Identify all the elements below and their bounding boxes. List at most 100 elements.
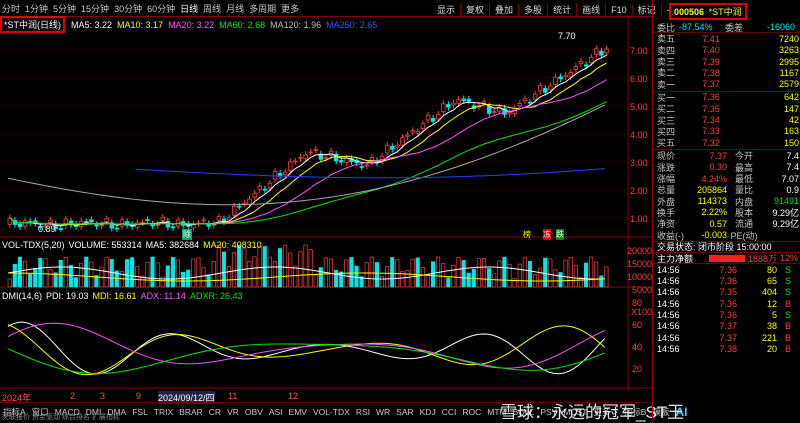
period-item[interactable]: 1分钟 bbox=[25, 2, 48, 15]
stat-value: 0.30 bbox=[709, 162, 727, 173]
tab-cci[interactable]: CCI bbox=[439, 407, 460, 417]
period-item[interactable]: 多周期 bbox=[249, 2, 276, 15]
quote-stats: 现价 7.37 今开 7.4 涨跌 0.30 最高 7.4 涨幅 4.24% 最低 7.07 总量 205… bbox=[653, 150, 800, 242]
volume-bar bbox=[7, 278, 12, 288]
weicha-label: 委差 bbox=[725, 22, 744, 33]
volume-bar bbox=[354, 265, 359, 288]
candle-body bbox=[94, 224, 99, 227]
candle-body bbox=[604, 48, 609, 54]
candle-body bbox=[170, 226, 176, 229]
volume-bar bbox=[150, 256, 155, 288]
tab-emv[interactable]: EMV bbox=[286, 407, 310, 417]
bottom-subtabs[interactable]: 关联报价 资金驱动 综合排名 扩展指标 bbox=[2, 412, 120, 422]
event-marker[interactable]: 榜 bbox=[523, 229, 531, 240]
vol-tick: 20000 bbox=[626, 246, 652, 256]
stat-value: 91491 bbox=[773, 196, 799, 207]
tab-obv[interactable]: OBV bbox=[242, 407, 266, 417]
kline-chart[interactable] bbox=[0, 15, 652, 403]
tab-sar[interactable]: SAR bbox=[393, 407, 416, 417]
volume-bar bbox=[308, 249, 313, 288]
event-marker[interactable]: 冻 bbox=[543, 229, 551, 240]
buy-price: 7.35 bbox=[702, 103, 720, 114]
tick-side: S bbox=[784, 264, 791, 275]
dmi-adxr: ADXR: 26.43 bbox=[189, 291, 243, 301]
dmi-indicator-name[interactable]: DMI(14,6) bbox=[2, 291, 42, 301]
period-item[interactable]: 5分钟 bbox=[53, 2, 76, 15]
volume-bar bbox=[558, 272, 563, 288]
candle-body bbox=[58, 228, 63, 231]
period-item-active[interactable]: 日线 bbox=[180, 2, 198, 15]
volume-bar bbox=[420, 266, 425, 288]
period-item[interactable]: 周线 bbox=[203, 2, 221, 15]
weicha-value: -16060 bbox=[766, 22, 795, 33]
tab-trix[interactable]: TRIX bbox=[151, 407, 176, 417]
tab-fsl[interactable]: FSL bbox=[129, 407, 151, 417]
period-item[interactable]: 分时 bbox=[2, 2, 20, 15]
candle-body bbox=[522, 98, 528, 101]
tab-brar[interactable]: BRAR bbox=[176, 407, 206, 417]
tick-row: 14:56 7.36 80 S bbox=[653, 264, 800, 275]
volume-bar bbox=[89, 261, 94, 288]
candle-body bbox=[119, 219, 125, 227]
stock-header[interactable]: 000506 *ST中润 bbox=[669, 2, 747, 20]
high-price-marker: 7.70 bbox=[558, 31, 576, 41]
volume-bar bbox=[232, 252, 237, 288]
volume-bar bbox=[456, 256, 461, 288]
candle-body bbox=[456, 99, 461, 104]
tick-volume: 404 bbox=[761, 287, 777, 298]
volume-bar bbox=[349, 257, 354, 288]
stat-value: 0.57 bbox=[709, 218, 727, 229]
volume-bar bbox=[38, 257, 43, 288]
candle-body bbox=[303, 154, 308, 160]
volume-bar bbox=[28, 273, 33, 288]
volume-bar bbox=[288, 252, 293, 288]
period-item[interactable]: 60分钟 bbox=[147, 2, 175, 15]
volume-bar bbox=[379, 276, 385, 288]
volume-bar bbox=[165, 265, 170, 288]
candle-body bbox=[201, 219, 206, 222]
tick-volume: 221 bbox=[761, 332, 777, 343]
candle-body bbox=[599, 50, 604, 56]
volume-bar bbox=[604, 266, 609, 288]
tab-vr[interactable]: VR bbox=[224, 407, 242, 417]
tab-vol-tdx[interactable]: VOL-TDX bbox=[310, 407, 353, 417]
candle-body bbox=[425, 114, 431, 121]
tick-row: 14:56 7.36 65 S bbox=[653, 276, 800, 287]
tab-kdj[interactable]: KDJ bbox=[417, 407, 439, 417]
candle-body bbox=[532, 93, 538, 100]
volume-bar bbox=[538, 267, 543, 288]
candle-body bbox=[323, 157, 329, 160]
stat-value: 205864 bbox=[696, 184, 727, 195]
tab-cr[interactable]: CR bbox=[206, 407, 224, 417]
tick-price: 7.36 bbox=[719, 298, 737, 309]
tick-side: B bbox=[784, 298, 791, 309]
event-marker[interactable]: 跌 bbox=[556, 229, 564, 240]
candle-body bbox=[538, 85, 543, 92]
event-marker[interactable]: 除 bbox=[182, 229, 192, 240]
volume-bar bbox=[522, 256, 527, 288]
sell-price: 7.41 bbox=[702, 33, 720, 44]
vol-indicator-name[interactable]: VOL-TDX(5,20) bbox=[2, 240, 65, 250]
period-item[interactable]: 月线 bbox=[226, 2, 244, 15]
tab-roc[interactable]: ROC bbox=[459, 407, 484, 417]
period-item[interactable]: 15分钟 bbox=[81, 2, 109, 15]
buy-volume: 642 bbox=[783, 92, 799, 103]
tick-volume: 38 bbox=[766, 321, 777, 332]
tab-rsi[interactable]: RSI bbox=[353, 407, 373, 417]
tab-asi[interactable]: ASI bbox=[266, 407, 286, 417]
volume-bar bbox=[430, 261, 436, 288]
volume-bar bbox=[257, 246, 262, 288]
candle-body bbox=[507, 112, 512, 115]
tick-row: 14:56 7.36 5 S bbox=[653, 309, 800, 320]
candle-body bbox=[237, 205, 242, 208]
price-tick: 7.00 bbox=[630, 46, 648, 56]
candle-body bbox=[517, 103, 522, 107]
period-item[interactable]: 更多 bbox=[281, 2, 299, 15]
period-item[interactable]: 30分钟 bbox=[114, 2, 142, 15]
date-label: 2 bbox=[70, 391, 76, 401]
volume-bar bbox=[318, 267, 323, 288]
volume-bar bbox=[548, 258, 553, 288]
tick-time: 14:56 bbox=[657, 264, 680, 275]
toolbar-f10[interactable]: F10 bbox=[606, 4, 633, 15]
tab-wr[interactable]: WR bbox=[373, 407, 393, 417]
